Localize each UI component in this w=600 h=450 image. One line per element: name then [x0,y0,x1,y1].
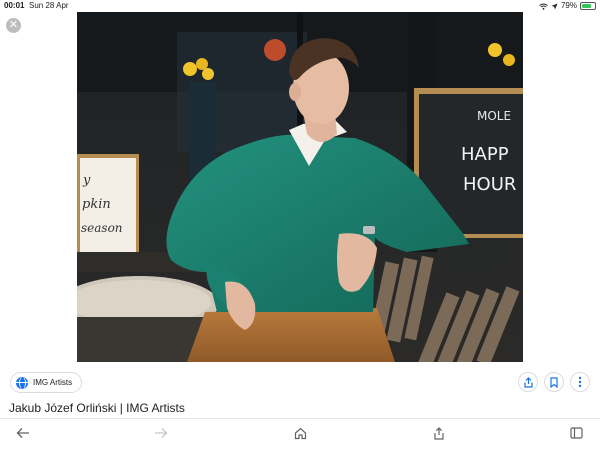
close-button[interactable]: ✕ [6,18,21,33]
status-indicators: 79% [539,0,596,12]
wifi-icon [539,3,548,10]
divider [0,418,600,419]
close-icon: ✕ [8,19,19,31]
status-date: Sun 28 Apr [29,1,69,10]
right-sign-line-2: HAPP [461,144,509,165]
forward-arrow-icon [155,428,168,438]
battery-percentage: 79% [560,1,577,10]
source-chip[interactable]: IMG Artists [10,372,83,393]
status-bar: 00:01 Sun 28 Apr 79% [0,0,600,12]
right-sign-line-1: MOLE [477,109,511,123]
tabs-icon [569,427,583,439]
image-preview[interactable]: y pkin season MOLE HAPP HOUR [77,12,523,362]
bookmark-icon [550,376,558,388]
home-button[interactable] [291,424,309,442]
share-icon [523,376,533,388]
more-options-button[interactable] [570,372,590,392]
left-sign-line-2: pkin [82,197,111,212]
back-arrow-icon [16,428,29,438]
bookmark-button[interactable] [544,372,564,392]
source-name: IMG Artists [33,378,73,387]
back-button[interactable] [14,424,32,442]
battery-icon [580,2,596,10]
left-sign-line-1: y [82,173,91,188]
left-sign-line-3: season [81,221,123,235]
forward-button[interactable] [152,424,170,442]
more-icon [578,376,582,388]
photo-artwork: y pkin season MOLE HAPP HOUR [77,12,523,362]
share-button[interactable] [518,372,538,392]
battery-level [582,4,592,8]
home-icon [294,427,306,439]
page-title[interactable]: Jakub Józef Orliński | IMG Artists [9,401,185,415]
location-arrow-icon [551,3,558,9]
right-sign-line-3: HOUR [463,174,516,195]
share-icon [434,426,444,440]
status-time: 00:01 [4,1,25,10]
share-page-button[interactable] [430,424,448,442]
tabs-button[interactable] [567,424,585,442]
globe-icon [16,376,28,389]
